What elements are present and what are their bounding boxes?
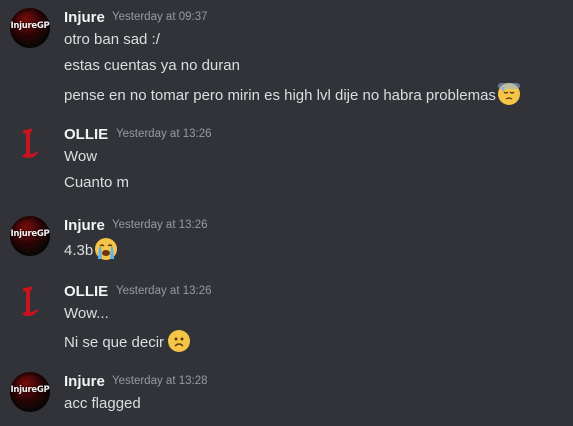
author-name[interactable]: Injure <box>64 373 105 390</box>
author-name[interactable]: Injure <box>64 9 105 26</box>
avatar[interactable] <box>10 282 50 322</box>
avatar[interactable]: InjureGP <box>10 216 50 256</box>
message-text: Wow... <box>64 305 109 322</box>
timestamp: Yesterday at 13:26 <box>116 128 212 140</box>
message-text: otro ban sad :/ <box>64 31 160 48</box>
message-line: 4.3b <box>64 238 118 260</box>
author-name[interactable]: Injure <box>64 217 105 234</box>
message-text: pense en no tomar pero mirin es high lvl… <box>64 87 496 104</box>
avatar[interactable] <box>10 124 50 164</box>
downcast-sweat-face-emoji[interactable] <box>497 83 520 105</box>
timestamp: Yesterday at 09:37 <box>112 11 208 23</box>
message-text: Ni se que decir <box>64 334 165 351</box>
message-text: acc flagged <box>64 395 141 412</box>
author-name[interactable]: OLLIE <box>64 126 108 143</box>
message-line: pense en no tomar pero mirin es high lvl… <box>64 83 520 105</box>
frowning-face-emoji[interactable] <box>168 330 191 352</box>
message-text: 4.3b <box>64 242 94 259</box>
red-gothic-L-icon <box>22 286 38 316</box>
avatar[interactable]: InjureGP <box>10 372 50 412</box>
message-text: estas cuentas ya no duran <box>64 57 240 74</box>
timestamp: Yesterday at 13:26 <box>116 285 212 297</box>
timestamp: Yesterday at 13:28 <box>112 375 208 387</box>
loudly-crying-face-emoji[interactable] <box>95 238 118 260</box>
avatar[interactable]: InjureGP <box>10 8 50 48</box>
red-gothic-L-icon <box>22 128 38 158</box>
message-text: Wow <box>64 148 98 165</box>
message-line: Ni se que decir <box>64 330 191 352</box>
author-name[interactable]: OLLIE <box>64 283 108 300</box>
timestamp: Yesterday at 13:26 <box>112 219 208 231</box>
message-text: Cuanto m <box>64 174 130 191</box>
